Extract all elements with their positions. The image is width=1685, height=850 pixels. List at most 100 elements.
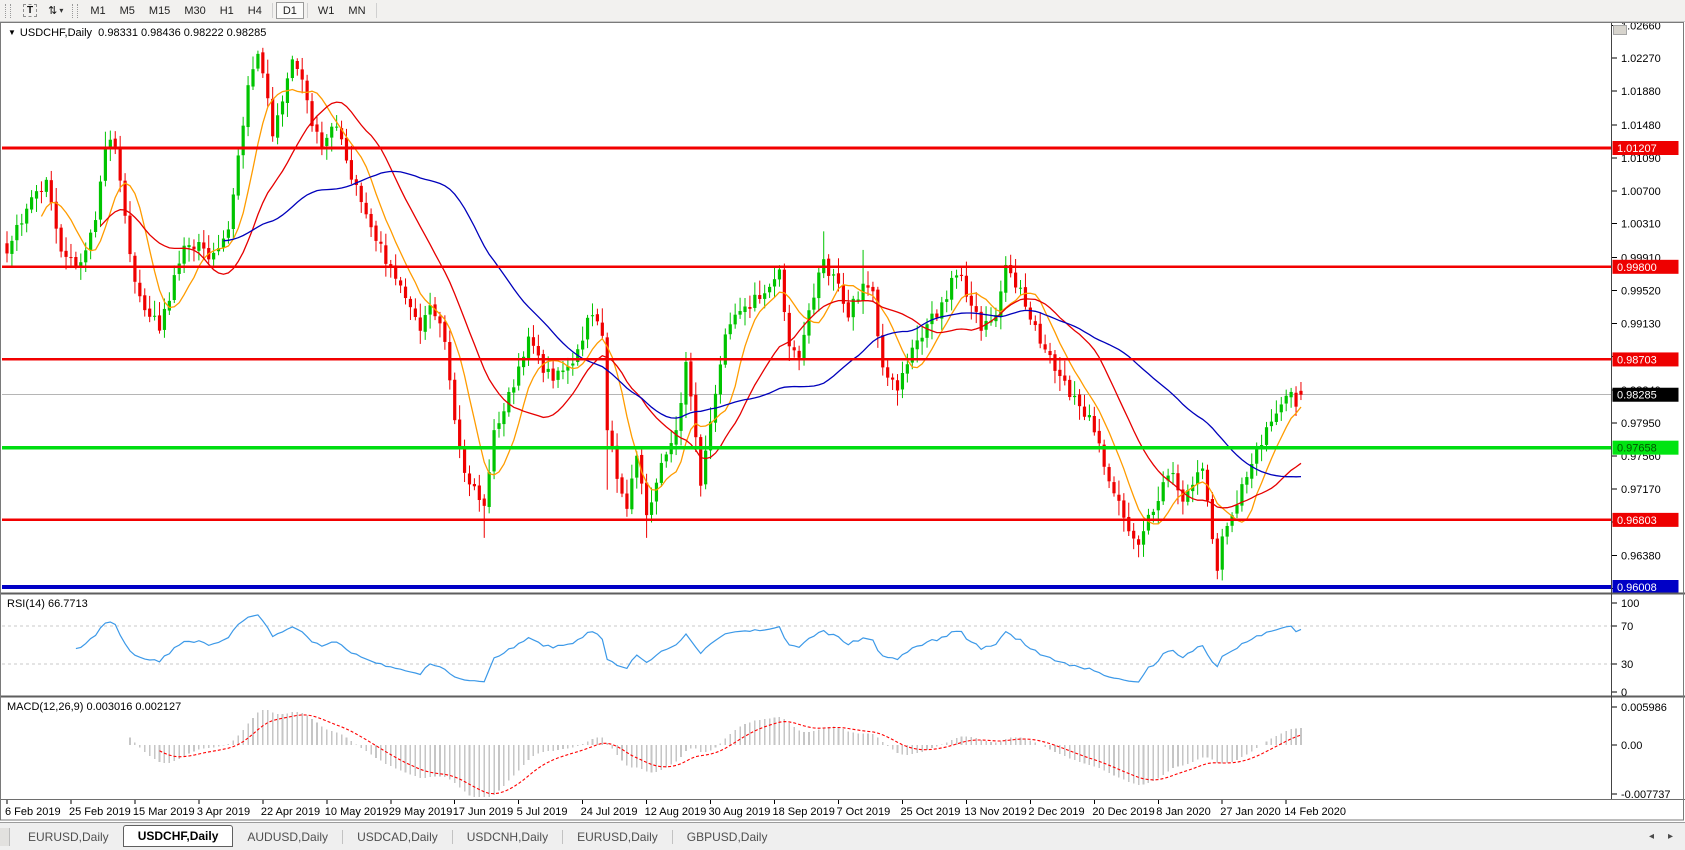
date-tick-label: 15 Mar 2019 (133, 806, 195, 818)
symbol-name: USDCHF,Daily (20, 27, 92, 39)
date-tick-label: 17 Jun 2019 (453, 806, 514, 818)
date-tick-label: 5 Jul 2019 (517, 806, 568, 818)
tab-stub (0, 828, 10, 846)
timeframe-mn-button[interactable]: MN (341, 2, 372, 19)
top-toolbar: T ⇅ ▾ M1M5M15M30H1H4 D1 W1MN (0, 0, 1685, 22)
chevron-down-icon: ▾ (59, 6, 63, 15)
chart-title[interactable]: ▼ USDCHF,Daily 0.98331 0.98436 0.98222 0.… (8, 27, 266, 39)
chart-window[interactable]: 1.026601.022701.018801.014801.010901.007… (0, 22, 1685, 822)
svg-text:0.98285: 0.98285 (1617, 390, 1657, 402)
svg-text:0.98703: 0.98703 (1617, 354, 1657, 366)
svg-text:1.01207: 1.01207 (1617, 143, 1657, 155)
price-tick-label: 1.01880 (1621, 86, 1661, 98)
date-tick-label: 25 Oct 2019 (900, 806, 960, 818)
toolbar-grip[interactable] (5, 4, 11, 18)
price-level-label: 0.98703 (1613, 352, 1679, 366)
date-tick-label: 2 Dec 2019 (1028, 806, 1084, 818)
text-tool-icon: T (23, 4, 37, 17)
date-tick-label: 3 Apr 2019 (197, 806, 250, 818)
timeframe-m5-button[interactable]: M5 (113, 2, 142, 19)
svg-text:0.96803: 0.96803 (1617, 515, 1657, 527)
timeframe-m15-button[interactable]: M15 (142, 2, 177, 19)
swap-arrows-icon: ⇅ (48, 4, 57, 17)
rsi-pane: 10070300 (2, 598, 1639, 699)
timeframe-d1-button[interactable]: D1 (276, 2, 304, 19)
price-tick-label: 1.01480 (1621, 120, 1661, 132)
date-axis: 6 Feb 2019 25 Feb 201915 Mar 20193 Apr 20… (5, 800, 1346, 818)
timeframe-h4-button[interactable]: H4 (241, 2, 269, 19)
timeframe-w1-button[interactable]: W1 (311, 2, 342, 19)
tab-gbpusd-daily[interactable]: GBPUSD,Daily (673, 826, 782, 848)
price-tick-label: 1.02270 (1621, 53, 1661, 65)
candlestick-series (5, 48, 1302, 581)
timeframe-toolbar: M1M5M15M30H1H4 D1 W1MN (83, 0, 372, 24)
price-tick-label: 0.97170 (1621, 484, 1661, 496)
date-tick-label: 22 Apr 2019 (261, 806, 320, 818)
chart-tabs-bar: EURUSD,DailyUSDCHF,DailyAUDUSD,DailyUSDC… (0, 822, 1685, 850)
timeframe-m1-button[interactable]: M1 (83, 2, 112, 19)
date-tick-label: 7 Oct 2019 (836, 806, 890, 818)
price-level-label: 0.96008 (1613, 580, 1679, 594)
tabs-scroll-right-icon[interactable]: ▸ (1668, 831, 1673, 842)
macd-indicator-label: MACD(12,26,9) 0.003016 0.002127 (7, 701, 181, 713)
rsi-tick-label: 70 (1621, 621, 1633, 633)
chart-tabbar-tabs: EURUSD,DailyUSDCHF,DailyAUDUSD,DailyUSDC… (14, 823, 781, 850)
macd-tick-label: 0.005986 (1621, 702, 1667, 714)
date-tick-label: 30 Aug 2019 (709, 806, 771, 818)
timeframe-m30-button[interactable]: M30 (177, 2, 212, 19)
price-tick-label: 1.00310 (1621, 219, 1661, 231)
svg-text:0.97658: 0.97658 (1617, 443, 1657, 455)
tab-eurusd-daily[interactable]: EURUSD,Daily (563, 826, 672, 848)
toolbar-grip[interactable] (72, 4, 78, 18)
price-tick-label: 0.99520 (1621, 285, 1661, 297)
date-tick-label: 24 Jul 2019 (581, 806, 638, 818)
macd-signal-line (160, 715, 1302, 794)
arrows-tool-button[interactable]: ⇅ ▾ (44, 2, 67, 19)
date-tick-label: 14 Feb 2020 (1284, 806, 1346, 818)
price-tick-label: 0.99130 (1621, 318, 1661, 330)
price-tick-label: 0.97950 (1621, 418, 1661, 430)
price-level-label: 1.01207 (1613, 141, 1679, 155)
toolbar-separator (307, 3, 308, 18)
timeframe-h1-button[interactable]: H1 (213, 2, 241, 19)
tab-usdcad-daily[interactable]: USDCAD,Daily (343, 826, 452, 848)
svg-text:0.96008: 0.96008 (1617, 582, 1657, 594)
text-tool-button[interactable]: T (19, 2, 41, 19)
price-tick-label: 0.96380 (1621, 551, 1661, 563)
rsi-tick-label: 30 (1621, 659, 1633, 671)
date-tick-label: 25 Feb 2019 (69, 806, 131, 818)
date-tick-label: 6 Feb 2019 (5, 806, 61, 818)
svg-text:0.99800: 0.99800 (1617, 262, 1657, 274)
rsi-line (76, 615, 1301, 682)
ohlc-values: 0.98331 0.98436 0.98222 0.98285 (98, 27, 266, 39)
symbol-dropdown-icon[interactable]: ▼ (8, 28, 16, 37)
toolbar-separator (376, 3, 377, 18)
date-tick-label: 10 May 2019 (325, 806, 389, 818)
tab-eurusd-daily[interactable]: EURUSD,Daily (14, 826, 123, 848)
tab-audusd-daily[interactable]: AUDUSD,Daily (233, 826, 342, 848)
date-tick-label: 29 May 2019 (389, 806, 453, 818)
price-level-label: 0.99800 (1613, 260, 1679, 274)
toolbar-separator (272, 3, 273, 18)
chart-window-border (1, 23, 1684, 821)
axis-scroll-button[interactable] (1614, 26, 1627, 35)
date-tick-label: 27 Jan 2020 (1220, 806, 1281, 818)
price-level-label: 0.98285 (1613, 388, 1679, 402)
macd-tick-label: 0.00 (1621, 740, 1642, 752)
price-level-label: 0.97658 (1613, 441, 1679, 455)
rsi-indicator-label: RSI(14) 66.7713 (7, 598, 88, 610)
price-level-label: 0.96803 (1613, 513, 1679, 527)
date-tick-label: 8 Jan 2020 (1156, 806, 1210, 818)
tabs-scroll-left-icon[interactable]: ◂ (1649, 831, 1654, 842)
price-chart-canvas[interactable]: 1.026601.022701.018801.014801.010901.007… (0, 22, 1685, 822)
tab-usdchf-daily[interactable]: USDCHF,Daily (123, 825, 234, 847)
tab-usdcnh-daily[interactable]: USDCNH,Daily (453, 826, 562, 848)
date-tick-label: 12 Aug 2019 (645, 806, 707, 818)
date-tick-label: 20 Dec 2019 (1092, 806, 1154, 818)
date-tick-label: 13 Nov 2019 (964, 806, 1026, 818)
price-tick-label: 1.00700 (1621, 186, 1661, 198)
price-axis: 1.026601.022701.018801.014801.010901.007… (1612, 22, 1661, 596)
rsi-tick-label: 100 (1621, 598, 1639, 610)
macd-pane: 0.0059860.00-0.007737 (130, 702, 1671, 801)
date-tick-label: 18 Sep 2019 (773, 806, 835, 818)
